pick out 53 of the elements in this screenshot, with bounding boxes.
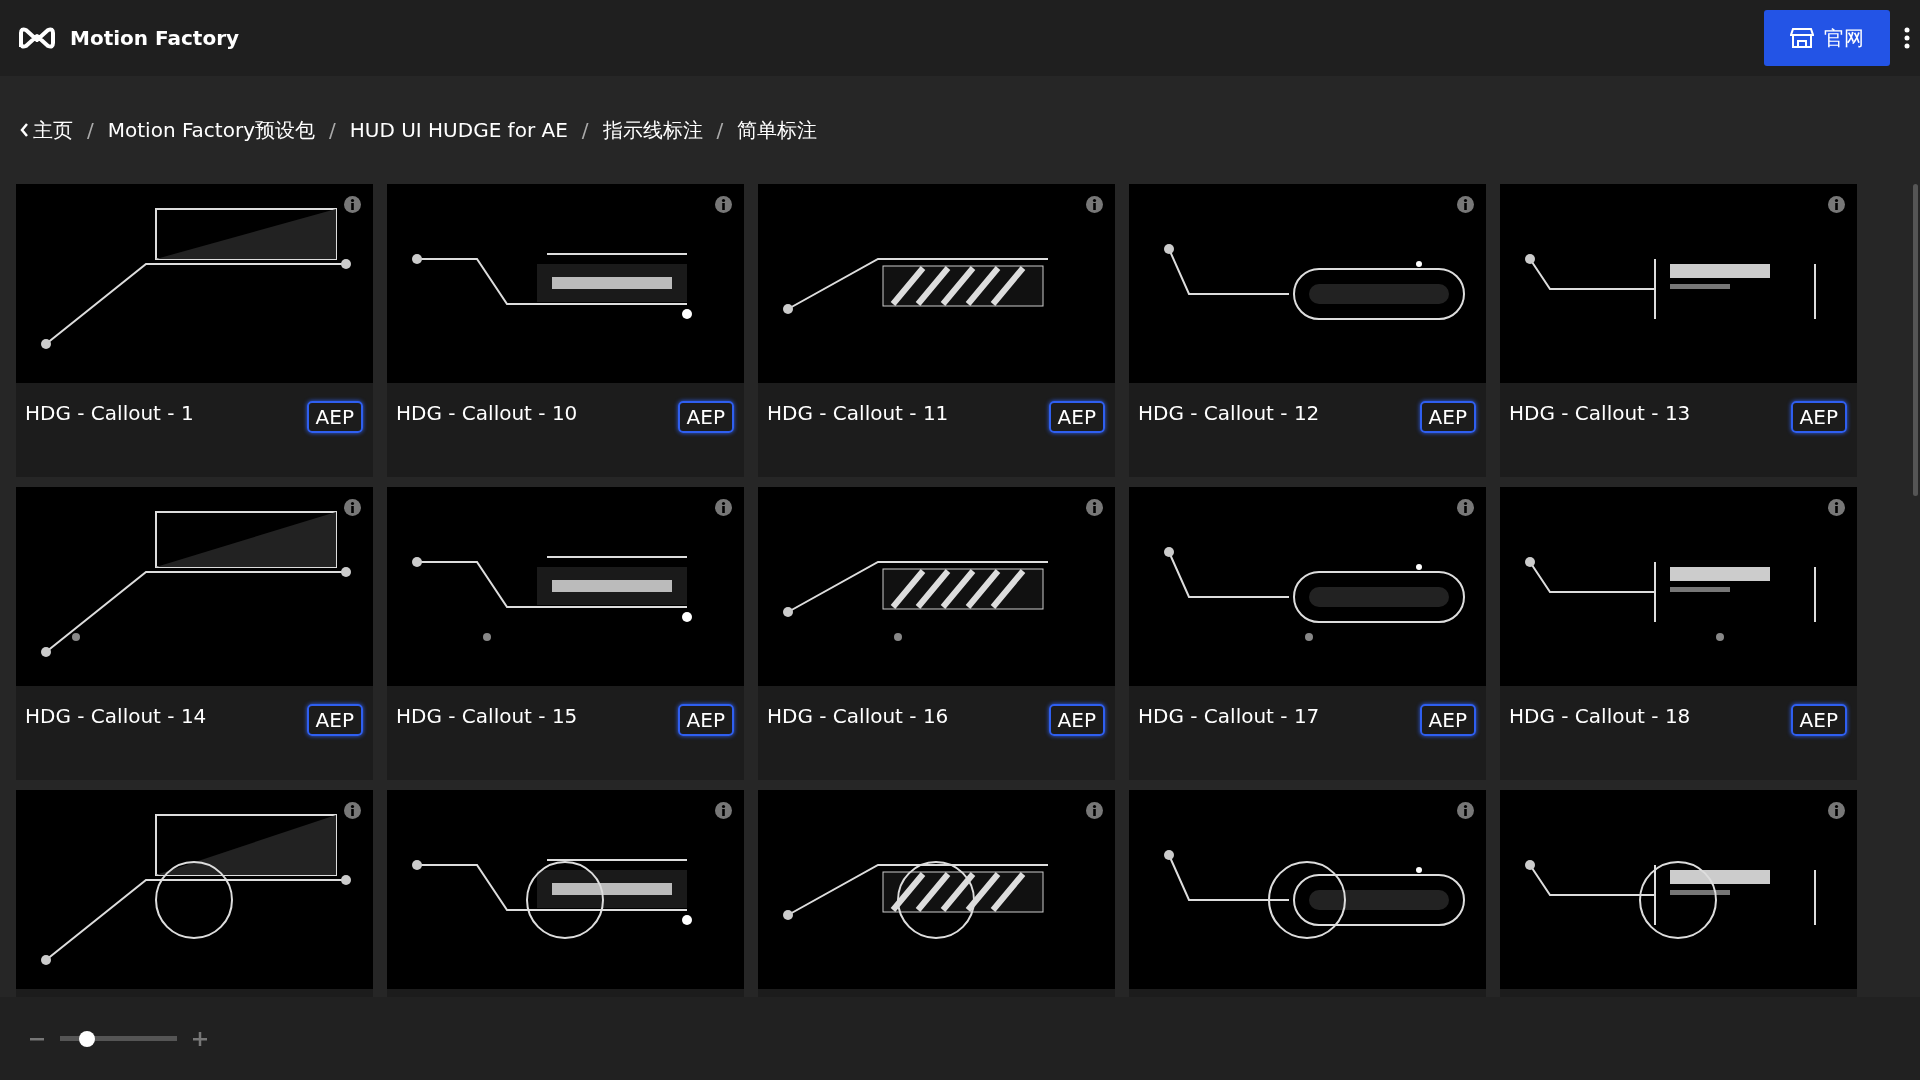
info-icon[interactable] <box>1457 196 1474 213</box>
app-name: Motion Factory <box>70 26 240 50</box>
card-title[interactable]: HDG - Callout - 13 <box>1509 401 1691 425</box>
format-tag: AEP <box>306 401 363 433</box>
card-title[interactable]: HDG - Callout - 1 <box>25 401 194 425</box>
format-tag: AEP <box>1419 401 1476 433</box>
breadcrumb-link[interactable]: HUD UI HUDGE for AE <box>349 118 568 142</box>
more-icon[interactable] <box>1904 27 1910 49</box>
info-icon[interactable] <box>715 802 732 819</box>
card-title[interactable]: HDG - Callout - 17 <box>1138 704 1320 728</box>
card-title[interactable]: HDG - Callout - 15 <box>396 704 578 728</box>
info-icon[interactable] <box>1086 499 1103 516</box>
card-title[interactable]: HDG - Callout - 12 <box>1138 401 1320 425</box>
zoom-in-icon[interactable] <box>193 1031 207 1046</box>
card-title[interactable]: HDG - Callout - 11 <box>767 401 949 425</box>
breadcrumb-separator: / <box>87 118 94 142</box>
breadcrumb-link[interactable]: 指示线标注 <box>602 116 703 144</box>
info-icon[interactable] <box>344 499 361 516</box>
breadcrumb-link[interactable]: Motion Factory预设包 <box>107 116 315 144</box>
card-title[interactable]: HDG - Callout - 10 <box>396 401 578 425</box>
store-icon <box>1790 27 1814 49</box>
breadcrumb-link[interactable]: 简单标注 <box>737 116 818 144</box>
format-tag: AEP <box>677 704 734 736</box>
info-icon[interactable] <box>715 196 732 213</box>
chevron-left-icon <box>20 123 29 137</box>
format-tag: AEP <box>677 401 734 433</box>
breadcrumb-separator: / <box>716 118 724 142</box>
info-icon[interactable] <box>1828 802 1845 819</box>
slider-thumb[interactable] <box>78 1030 95 1047</box>
format-tag: AEP <box>1790 401 1847 433</box>
format-tag: AEP <box>1790 704 1847 736</box>
format-tag: AEP <box>1048 401 1105 433</box>
card-title[interactable]: HDG - Callout - 14 <box>25 704 207 728</box>
info-icon[interactable] <box>1086 802 1103 819</box>
scrollbar[interactable] <box>1913 184 1918 496</box>
info-icon[interactable] <box>1457 802 1474 819</box>
format-tag: AEP <box>306 704 363 736</box>
breadcrumb-link[interactable]: 主页 <box>20 116 73 144</box>
card-title[interactable]: HDG - Callout - 18 <box>1509 704 1691 728</box>
card-title[interactable]: HDG - Callout - 16 <box>767 704 949 728</box>
info-icon[interactable] <box>344 802 361 819</box>
info-icon[interactable] <box>344 196 361 213</box>
breadcrumb-separator: / <box>328 118 336 142</box>
website-button[interactable]: 官网 <box>1764 10 1890 66</box>
info-icon[interactable] <box>1828 499 1845 516</box>
breadcrumb-separator: / <box>581 118 589 142</box>
info-icon[interactable] <box>1457 499 1474 516</box>
format-tag: AEP <box>1048 704 1105 736</box>
format-tag: AEP <box>1419 704 1476 736</box>
info-icon[interactable] <box>1828 196 1845 213</box>
info-icon[interactable] <box>1086 196 1103 213</box>
logo-icon <box>18 25 56 51</box>
info-icon[interactable] <box>715 499 732 516</box>
